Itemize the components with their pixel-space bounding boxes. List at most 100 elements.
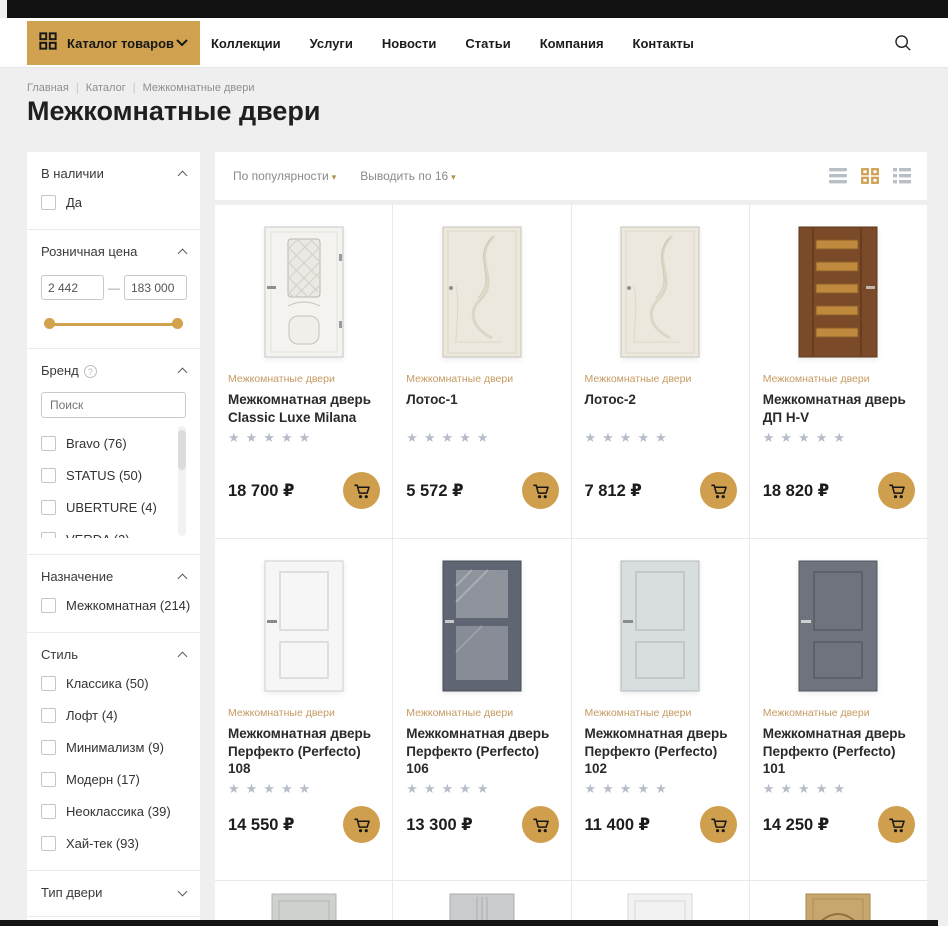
style-option[interactable]: Классика (50) — [41, 672, 186, 694]
product-image[interactable] — [393, 205, 570, 365]
product-category[interactable]: Межкомнатные двери — [406, 707, 557, 719]
brand-option[interactable]: UBERTURE (4) — [41, 496, 172, 518]
add-to-cart-button[interactable] — [522, 472, 559, 509]
product-card-partial[interactable] — [572, 881, 749, 920]
filter-section-header[interactable]: В наличии — [41, 166, 186, 181]
price-max-input[interactable] — [124, 275, 187, 300]
product-title[interactable]: Лотос-1 — [406, 391, 557, 427]
product-category[interactable]: Межкомнатные двери — [763, 707, 914, 719]
grid-view-icon[interactable] — [861, 166, 881, 186]
style-option[interactable]: Хай-тек (93) — [41, 832, 186, 854]
help-icon[interactable]: ? — [84, 365, 97, 378]
product-card[interactable]: Межкомнатные двери Межкомнатная дверь Пер… — [215, 539, 392, 880]
product-category[interactable]: Межкомнатные двери — [228, 707, 379, 719]
filter-section-header[interactable]: Бренд? — [41, 363, 186, 378]
add-to-cart-button[interactable] — [522, 806, 559, 843]
checkbox[interactable] — [41, 740, 56, 755]
search-button[interactable] — [894, 34, 912, 52]
style-option[interactable]: Неоклассика (39) — [41, 800, 186, 822]
style-option[interactable]: Модерн (17) — [41, 768, 186, 790]
add-to-cart-button[interactable] — [878, 472, 915, 509]
caret-down-icon: ▾ — [451, 172, 456, 182]
nav-item-статьи[interactable]: Статьи — [465, 36, 510, 51]
add-to-cart-button[interactable] — [343, 472, 380, 509]
product-card[interactable]: Межкомнатные двери Межкомнатная дверь Пер… — [393, 539, 570, 880]
nav-item-контакты[interactable]: Контакты — [633, 36, 694, 51]
checkbox[interactable] — [41, 195, 56, 210]
product-category[interactable]: Межкомнатные двери — [585, 373, 736, 385]
availability-option[interactable]: Да — [41, 191, 186, 213]
product-card-partial[interactable] — [750, 881, 927, 920]
add-to-cart-button[interactable] — [700, 806, 737, 843]
product-card-partial[interactable] — [215, 881, 392, 920]
product-title[interactable]: Лотос-2 — [585, 391, 736, 427]
product-image[interactable] — [393, 539, 570, 699]
price-slider-handle-min[interactable] — [44, 318, 55, 329]
product-category[interactable]: Межкомнатные двери — [228, 373, 379, 385]
nav-item-коллекции[interactable]: Коллекции — [211, 36, 281, 51]
brand-option[interactable]: Bravo (76) — [41, 432, 172, 454]
nav-item-услуги[interactable]: Услуги — [310, 36, 353, 51]
product-title[interactable]: Межкомнатная дверь Перфекто (Perfecto) 1… — [406, 725, 557, 778]
product-card[interactable]: Межкомнатные двери Межкомнатная дверь Cla… — [215, 205, 392, 538]
filter-section-header[interactable]: Назначение — [41, 569, 186, 584]
add-to-cart-button[interactable] — [878, 806, 915, 843]
product-image[interactable] — [215, 205, 392, 365]
checkbox[interactable] — [41, 708, 56, 723]
checkbox[interactable] — [41, 532, 56, 539]
product-card[interactable]: Межкомнатные двери Межкомнатная дверь ДП … — [750, 205, 927, 538]
brand-option[interactable]: VERDA (2) — [41, 528, 172, 538]
product-image[interactable] — [572, 205, 749, 365]
checkbox[interactable] — [41, 772, 56, 787]
checkbox[interactable] — [41, 676, 56, 691]
style-option[interactable]: Лофт (4) — [41, 704, 186, 726]
price-min-input[interactable] — [41, 275, 104, 300]
style-option[interactable]: Минимализм (9) — [41, 736, 186, 758]
brand-search-input[interactable] — [41, 392, 186, 418]
add-to-cart-button[interactable] — [343, 806, 380, 843]
cart-icon — [531, 816, 550, 834]
product-title[interactable]: Межкомнатная дверь ДП Н-V — [763, 391, 914, 427]
price-slider-handle-max[interactable] — [172, 318, 183, 329]
product-image[interactable] — [750, 205, 927, 365]
purpose-option[interactable]: Межкомнатная (214) — [41, 594, 186, 616]
brand-list-scrollbar[interactable] — [178, 426, 186, 536]
checkbox[interactable] — [41, 804, 56, 819]
filter-section-header[interactable]: Розничная цена — [41, 244, 186, 259]
product-card[interactable]: Межкомнатные двери Межкомнатная дверь Пер… — [750, 539, 927, 880]
price-slider[interactable] — [44, 318, 183, 330]
product-image[interactable] — [750, 539, 927, 699]
checkbox[interactable] — [41, 598, 56, 613]
product-title[interactable]: Межкомнатная дверь Перфекто (Perfecto) 1… — [585, 725, 736, 778]
filter-section-header[interactable]: Тип двери — [41, 885, 186, 900]
product-category[interactable]: Межкомнатные двери — [585, 707, 736, 719]
product-title[interactable]: Межкомнатная дверь Перфекто (Perfecto) 1… — [228, 725, 379, 778]
breadcrumb-item[interactable]: Каталог — [86, 82, 126, 94]
product-image[interactable] — [215, 539, 392, 699]
nav-item-компания[interactable]: Компания — [540, 36, 604, 51]
product-card[interactable]: Межкомнатные двериЛотос-1★★★★★5 572 ₽ — [393, 205, 570, 538]
product-card-partial[interactable] — [393, 881, 570, 920]
product-category[interactable]: Межкомнатные двери — [763, 373, 914, 385]
product-category[interactable]: Межкомнатные двери — [406, 373, 557, 385]
product-card[interactable]: Межкомнатные двериЛотос-2★★★★★7 812 ₽ — [572, 205, 749, 538]
product-image[interactable] — [572, 539, 749, 699]
list-view-icon[interactable] — [829, 166, 849, 186]
per-page-dropdown[interactable]: Выводить по 16▾ — [360, 169, 455, 183]
filter-section-header[interactable]: Стиль — [41, 647, 186, 662]
product-title[interactable]: Межкомнатная дверь Classic Luxe Milana — [228, 391, 379, 427]
catalog-button[interactable]: Каталог товаров — [27, 21, 200, 65]
brand-option[interactable]: STATUS (50) — [41, 464, 172, 486]
sort-dropdown[interactable]: По популярности▾ — [233, 169, 336, 183]
checkbox[interactable] — [41, 436, 56, 451]
checkbox[interactable] — [41, 836, 56, 851]
product-title[interactable]: Межкомнатная дверь Перфекто (Perfecto) 1… — [763, 725, 914, 778]
product-card[interactable]: Межкомнатные двери Межкомнатная дверь Пер… — [572, 539, 749, 880]
checkbox-label: VERDA (2) — [66, 532, 130, 539]
breadcrumb-item[interactable]: Главная — [27, 82, 69, 94]
checkbox[interactable] — [41, 468, 56, 483]
add-to-cart-button[interactable] — [700, 472, 737, 509]
nav-item-новости[interactable]: Новости — [382, 36, 437, 51]
detailed-list-view-icon[interactable] — [893, 166, 913, 186]
checkbox[interactable] — [41, 500, 56, 515]
